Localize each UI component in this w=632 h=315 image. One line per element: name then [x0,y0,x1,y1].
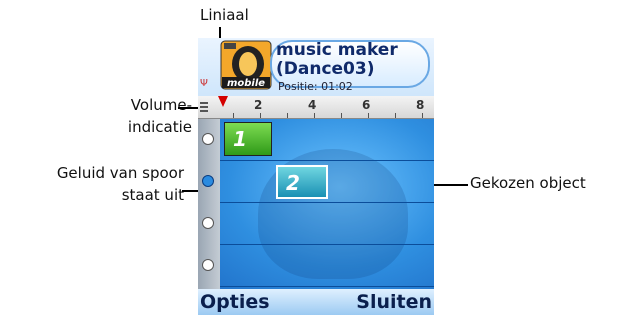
track-sound-icon[interactable] [202,217,214,229]
callout-track-sound-line1: Geluid van spoor [56,164,184,182]
track-sound-off-icon[interactable] [202,175,214,187]
signal-icon: Ψ [200,78,208,89]
volume-indicator-icon [200,100,210,114]
callout-liniaal: Liniaal [200,6,249,24]
position-readout: Positie: 01:02 [278,80,353,93]
track-row[interactable] [220,203,434,245]
app-icon-text: mobile [227,78,265,89]
callout-track-sound-line2: staat uit [121,186,184,204]
playhead-marker[interactable] [218,96,228,107]
callout-volume-line [178,107,200,109]
track-sound-icon[interactable] [202,259,214,271]
timeline-ruler[interactable]: 2 4 6 8 [198,96,434,119]
callout-volume-line1: Volume- [130,96,192,114]
music-maker-screen: Ψ mobile music maker (Dance03) Positie: … [198,38,434,315]
ruler-tick [287,113,288,118]
ruler-tick [233,113,234,118]
track-area: 1 2 [198,119,434,289]
close-softkey[interactable]: Sluiten [356,291,432,313]
ruler-tick [368,113,369,118]
ruler-tick-label: 4 [308,98,317,112]
track-sound-icon[interactable] [202,133,214,145]
callout-volume-line2: indicatie [127,118,192,136]
app-title-line2: (Dance03) [276,59,375,79]
app-title-line1: music maker [276,40,398,60]
track-sidebar [198,119,220,289]
track-object[interactable]: 1 [224,122,272,156]
softkey-bar: Opties Sluiten [198,289,434,315]
music-maker-app-icon: mobile [220,40,272,90]
callout-selected-object: Gekozen object [470,174,586,192]
ruler-tick [395,113,396,118]
ruler-tick [314,113,315,118]
selected-track-object[interactable]: 2 [276,165,328,199]
ruler-tick-label: 2 [254,98,263,112]
ruler-tick-label: 6 [362,98,371,112]
app-header: Ψ mobile music maker (Dance03) Positie: … [198,38,434,96]
track-row[interactable] [220,245,434,287]
ruler-tick [260,113,261,118]
options-softkey[interactable]: Opties [200,291,270,313]
ruler-tick [422,113,423,118]
ruler-tick [341,113,342,118]
ruler-tick-label: 8 [416,98,425,112]
